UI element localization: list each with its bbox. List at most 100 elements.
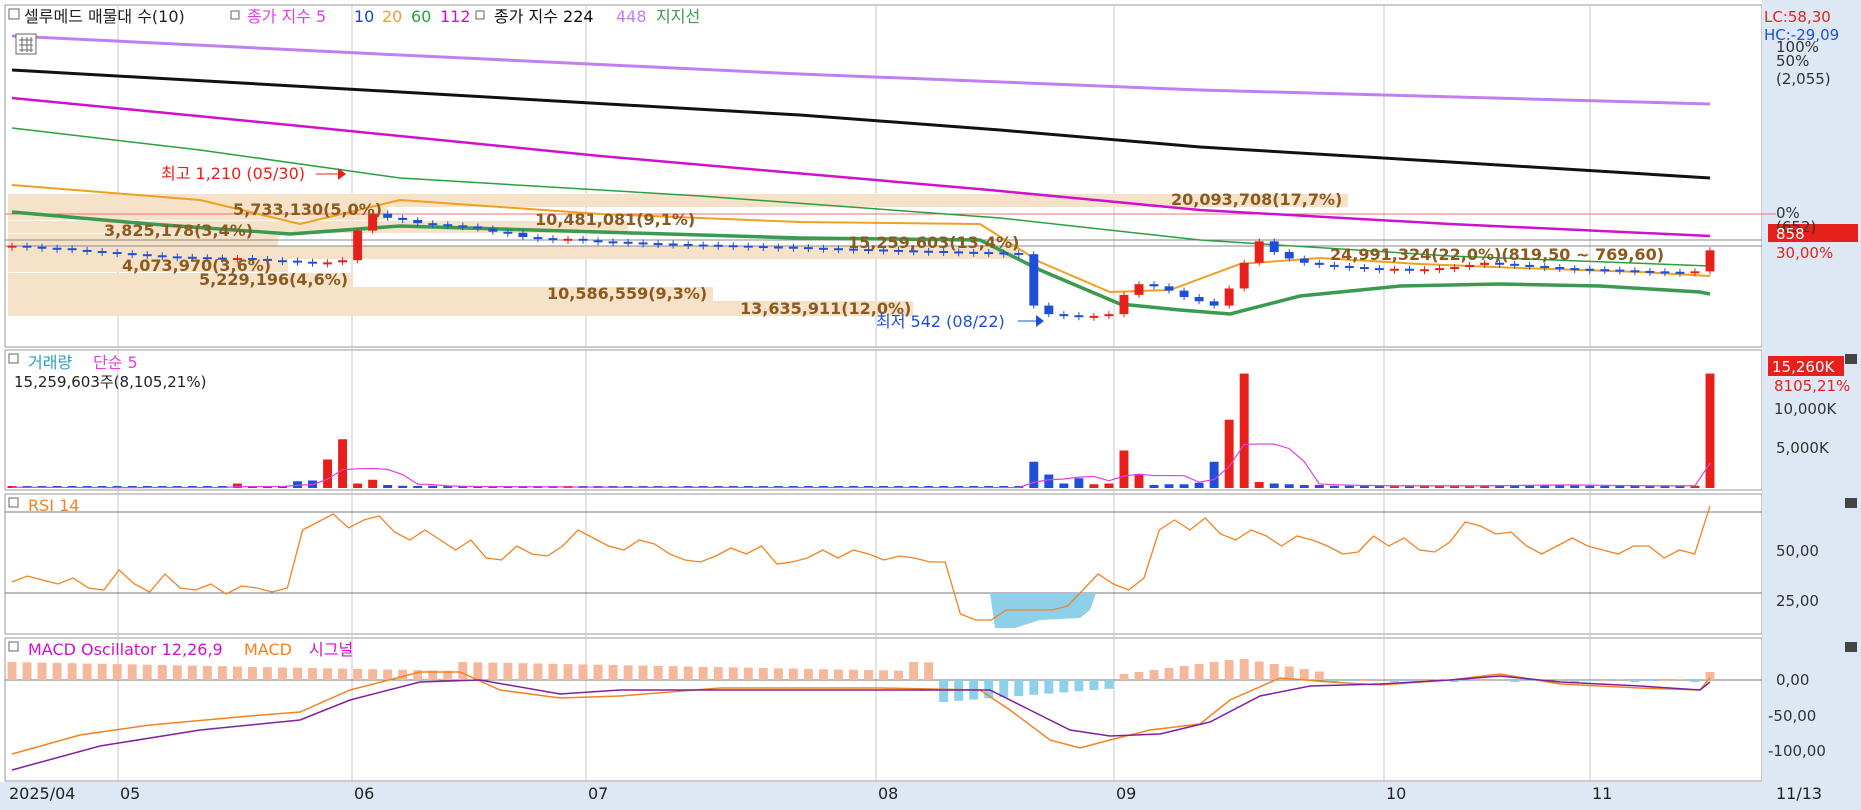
macd-osc-bar (1495, 679, 1505, 680)
macd-osc-bar (37, 662, 47, 680)
x-label-1: 05 (120, 784, 140, 803)
macd-osc-bar (894, 670, 904, 680)
candle (1510, 263, 1520, 266)
x-label-6: 10 (1386, 784, 1406, 803)
volume-bar (1044, 474, 1054, 488)
macd-osc-bar (1194, 664, 1204, 680)
candle (7, 245, 17, 248)
candle (1239, 262, 1249, 289)
macd-osc-bar (1630, 680, 1640, 682)
candle (323, 262, 333, 265)
volume-bar (1239, 373, 1249, 488)
candle (1420, 269, 1429, 272)
macd-osc-bar (202, 665, 212, 680)
macd-osc-bar (1374, 679, 1384, 680)
candle (533, 237, 543, 240)
macd-checkbox[interactable] (8, 641, 19, 652)
macd-osc-bar (1014, 680, 1024, 696)
grid-toggle-icon[interactable] (15, 33, 37, 55)
x-label-8: 11/13 (1776, 784, 1822, 803)
candle (548, 238, 558, 241)
candle (653, 243, 663, 246)
macd-osc-bar (52, 662, 62, 680)
macd-osc-bar (1344, 680, 1354, 681)
rsi-tick-50: 50,00 (1776, 542, 1819, 560)
macd-osc-bar (1299, 669, 1309, 680)
candle (1555, 267, 1565, 270)
x-label-3: 07 (588, 784, 608, 803)
volume-tick-10000: 10,000K (1774, 400, 1837, 418)
volume-checkbox[interactable] (8, 353, 19, 364)
macd-osc-bar (22, 662, 32, 680)
volume-bar (428, 485, 438, 488)
legend-ma224: 종가 지수 224 (494, 7, 594, 26)
macd-osc-bar (668, 666, 678, 680)
candle (518, 232, 528, 238)
macd-osc-bar (758, 668, 768, 680)
macd-osc-bar (1675, 679, 1685, 680)
macd-osc-bar (217, 666, 227, 680)
macd-osc-bar (1044, 680, 1054, 694)
legend-checkbox[interactable] (8, 8, 20, 20)
macd-osc-bar (383, 669, 393, 680)
signal-label: 시그널 (309, 640, 353, 659)
x-label-0: 2025/04 (9, 784, 75, 803)
macd-osc-bar (142, 664, 152, 680)
candle (293, 260, 302, 263)
rsi-tick-25: 25,00 (1776, 592, 1819, 610)
candle (1585, 268, 1595, 271)
macd-osc-bar (503, 662, 513, 680)
macd-osc-bar (698, 666, 708, 680)
macd-osc-bar (1164, 668, 1174, 680)
macd-osc-bar (803, 668, 813, 680)
macd-osc-bar (187, 665, 197, 680)
macd-osc-bar (608, 665, 618, 680)
macd-osc-bar (1149, 670, 1159, 680)
vp-label-2: 5,733,130(5,0%) (233, 200, 382, 219)
x-label-2: 06 (354, 784, 374, 803)
macd-osc-bar (1179, 666, 1189, 680)
macd-osc-bar (127, 664, 137, 680)
volume-bar (1705, 373, 1715, 488)
legend-ma20: 20 (382, 7, 402, 26)
macd-osc-bar (1645, 680, 1655, 681)
volume-bar (1074, 478, 1084, 488)
volume-bar (338, 439, 348, 488)
macd-osc-bar (293, 667, 302, 680)
macd-osc-bar (1570, 680, 1580, 682)
vp-label-3: 10,481,081(9,1%) (535, 210, 695, 229)
candle (1675, 271, 1685, 274)
macd-osc-bar (788, 668, 798, 680)
candle (1119, 294, 1129, 315)
macd-osc-bar (473, 662, 483, 680)
candle (1690, 271, 1700, 274)
volume-bar (1600, 485, 1610, 488)
macd-osc-bar (818, 669, 828, 680)
candle (1164, 286, 1174, 291)
macd-osc-bar (924, 662, 934, 680)
macd-osc-bar (82, 663, 92, 680)
macd-tick-m100: -100,00 (1768, 742, 1826, 760)
candle (1044, 305, 1054, 315)
legend-ma112: 112 (440, 7, 471, 26)
macd-osc-bar (879, 670, 889, 680)
macd-osc-bar (458, 662, 468, 680)
vp-label-1: 20,093,708(17,7%) (1171, 190, 1342, 209)
volume-bar (1254, 482, 1264, 488)
candle (1660, 271, 1670, 274)
volume-bar (1224, 419, 1234, 488)
candle (1029, 254, 1039, 306)
rsi-checkbox[interactable] (8, 497, 19, 508)
candle (578, 238, 588, 241)
macd-osc-bar (1059, 680, 1069, 693)
candle (1630, 270, 1640, 273)
candle (728, 245, 738, 248)
volume-bar (1059, 483, 1069, 488)
macd-osc-bar (7, 662, 17, 680)
candle (833, 248, 843, 251)
candle (1284, 252, 1294, 259)
macd-osc-bar (1359, 680, 1369, 681)
macd-osc-bar (518, 663, 528, 680)
price-max: (2,055) (1776, 70, 1831, 88)
candle (1389, 268, 1399, 271)
